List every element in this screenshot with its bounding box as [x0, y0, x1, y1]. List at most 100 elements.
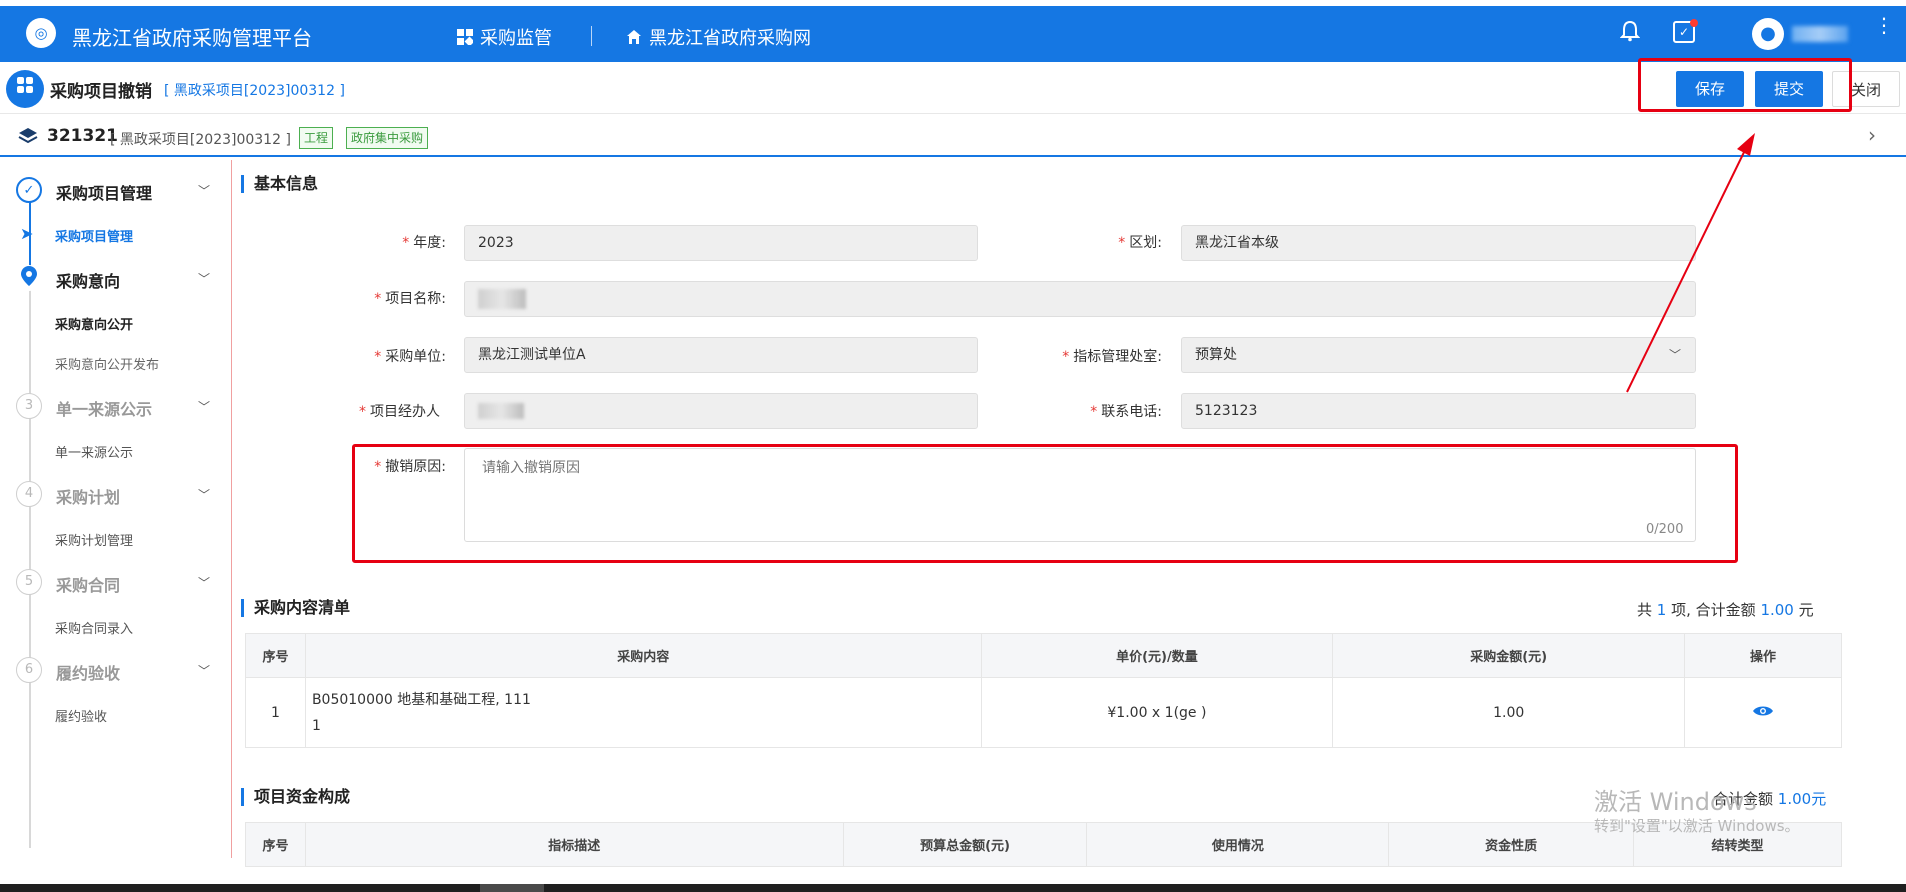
project-name-field[interactable] — [464, 281, 1696, 317]
chevron-down-icon[interactable]: ﹀ — [198, 662, 210, 679]
region-label: * 区划: — [1118, 235, 1162, 251]
sidebar: ✓ 采购项目管理 ﹀ ➤ 采购项目管理 采购意向 ﹀ 采购意向公开 采购意向公开… — [0, 160, 232, 858]
section-title-basic-info: 基本信息 — [241, 175, 318, 193]
bell-icon[interactable] — [1619, 20, 1641, 48]
nav-label: 采购监管 — [480, 28, 552, 49]
page-header: 采购项目撤销 [ 黑政采项目[2023]00312 ] 保存 提交 关闭 — [0, 62, 1906, 114]
sidebar-item-single-source[interactable]: 单一来源公示 — [55, 442, 133, 461]
location-pin-icon — [16, 265, 42, 291]
user-avatar[interactable]: ● — [1752, 18, 1784, 50]
more-options-icon[interactable]: ⋮ — [1874, 15, 1894, 35]
column-header: 采购金额(元) — [1332, 633, 1686, 678]
section-title-funding: 项目资金构成 — [241, 788, 350, 806]
sidebar-item-intention-public[interactable]: 采购意向公开 — [55, 314, 133, 333]
reason-textarea[interactable] — [464, 448, 1696, 542]
taskbar — [0, 884, 1906, 892]
step-number-icon: 3 — [16, 393, 42, 419]
sidebar-step-contract[interactable]: 采购合同 — [56, 572, 120, 596]
nav-procurement-supervision[interactable]: 采购监管 — [457, 24, 552, 50]
sidebar-item-plan-management[interactable]: 采购计划管理 — [55, 530, 133, 549]
taskbar-item[interactable] — [480, 884, 544, 892]
save-button[interactable]: 保存 — [1676, 71, 1744, 107]
column-header: 预算总金额(元) — [842, 822, 1088, 867]
annotation-arrow-icon — [1626, 133, 1755, 393]
eye-icon[interactable] — [1752, 706, 1774, 722]
cell-price-qty: ¥1.00 x 1(ge ) — [980, 677, 1334, 748]
year-field[interactable]: 2023 — [464, 225, 978, 261]
module-icon — [6, 70, 44, 108]
reason-char-counter: 0/200 — [1646, 522, 1684, 537]
submit-button[interactable]: 提交 — [1755, 71, 1823, 107]
tag-procurement-type: 政府集中采购 — [346, 127, 429, 149]
top-navigation-bar: ◎ 黑龙江省政府采购管理平台 采购监管 黑龙江省政府采购网 ✓ ● ⋮ — [0, 6, 1906, 62]
cell-amount: 1.00 — [1332, 677, 1686, 748]
layers-icon — [18, 127, 38, 150]
watermark-line-1: 激活 Windows — [1594, 788, 1757, 816]
section-title-content-list: 采购内容清单 — [241, 599, 350, 617]
phone-label: * 联系电话: — [1090, 404, 1162, 420]
step-number-icon: 6 — [16, 657, 42, 683]
content-list-table: 序号 采购内容 单价(元)/数量 采购金额(元) 操作 1 B05010000 … — [245, 633, 1842, 748]
chevron-down-icon[interactable]: ﹀ — [198, 486, 210, 503]
redacted-manager — [478, 403, 524, 419]
content-list-summary: 共 1 项, 合计金额 1.00 元 — [1637, 601, 1814, 619]
chevron-down-icon[interactable]: ﹀ — [198, 270, 210, 287]
content-line-1: B05010000 地基和基础工程, 111 — [311, 691, 531, 708]
chevron-down-icon[interactable]: ﹀ — [198, 398, 210, 415]
arrow-marker-icon: ➤ — [20, 224, 34, 243]
project-id: 321321 — [47, 126, 118, 146]
sidebar-step-project-management[interactable]: 采购项目管理 — [56, 180, 152, 204]
chevron-down-icon[interactable]: ﹀ — [198, 182, 210, 199]
chevron-right-icon[interactable]: › — [1868, 123, 1876, 147]
close-button[interactable]: 关闭 — [1832, 71, 1900, 107]
manager-label: * 项目经办人 — [359, 404, 440, 420]
column-header: 序号 — [245, 633, 306, 678]
step-number-icon: 5 — [16, 569, 42, 595]
column-header: 指标描述 — [304, 822, 844, 867]
sidebar-step-plan[interactable]: 采购计划 — [56, 484, 120, 508]
sidebar-item-project-management[interactable]: 采购项目管理 — [55, 226, 133, 245]
column-header: 使用情况 — [1086, 822, 1390, 867]
sidebar-step-acceptance[interactable]: 履约验收 — [56, 660, 120, 684]
manager-field[interactable] — [464, 393, 978, 429]
project-code: [ 黑政采项目[2023]00312 ] — [110, 132, 291, 148]
year-label: * 年度: — [402, 235, 446, 251]
page-root: ◎ 黑龙江省政府采购管理平台 采购监管 黑龙江省政府采购网 ✓ ● ⋮ 采购项目… — [0, 0, 1906, 892]
step-number-icon: 4 — [16, 481, 42, 507]
unit-label: * 采购单位: — [374, 349, 446, 365]
cell-index: 1 — [245, 677, 306, 748]
chevron-down-icon[interactable]: ﹀ — [198, 574, 210, 591]
cell-action — [1684, 677, 1842, 748]
check-circle-icon: ✓ — [16, 177, 42, 203]
column-header: 操作 — [1684, 633, 1842, 678]
content-line-2: 1 — [311, 717, 321, 734]
table-row: 1 B05010000 地基和基础工程, 111 1 ¥1.00 x 1(ge … — [245, 677, 1842, 748]
sidebar-item-intention-publish[interactable]: 采购意向公开发布 — [55, 354, 159, 373]
office-label: * 指标管理处室: — [1062, 349, 1162, 365]
redacted-project-name — [478, 289, 526, 309]
sidebar-step-intention[interactable]: 采购意向 — [56, 268, 120, 292]
office-select-value: 预算处 — [1195, 347, 1237, 363]
watermark-line-2: 转到"设置"以激活 Windows。 — [1594, 817, 1800, 835]
page-title: 采购项目撤销 — [50, 82, 152, 102]
sidebar-step-single-source[interactable]: 单一来源公示 — [56, 396, 152, 420]
app-title: 黑龙江省政府采购管理平台 — [72, 26, 312, 50]
sidebar-item-acceptance[interactable]: 履约验收 — [55, 706, 107, 725]
column-header: 采购内容 — [304, 633, 982, 678]
user-name-redacted[interactable] — [1792, 26, 1848, 42]
project-code-link[interactable]: [ 黑政采项目[2023]00312 ] — [164, 80, 345, 100]
table-header-row: 序号 采购内容 单价(元)/数量 采购金额(元) 操作 — [245, 633, 1842, 678]
grid-icon — [457, 29, 473, 45]
notification-dot — [1690, 19, 1698, 27]
nav-label: 黑龙江省政府采购网 — [649, 28, 811, 49]
nav-procurement-website[interactable]: 黑龙江省政府采购网 — [626, 24, 811, 50]
project-name-label: * 项目名称: — [374, 291, 446, 307]
cell-content: B05010000 地基和基础工程, 111 1 — [304, 677, 982, 748]
column-header: 单价(元)/数量 — [980, 633, 1334, 678]
home-icon — [627, 30, 641, 44]
reason-label: * 撤销原因: — [374, 459, 446, 475]
sidebar-item-contract-entry[interactable]: 采购合同录入 — [55, 618, 133, 637]
unit-field[interactable]: 黑龙江测试单位A — [464, 337, 978, 373]
nav-divider — [591, 26, 592, 46]
tag-category: 工程 — [299, 127, 334, 149]
